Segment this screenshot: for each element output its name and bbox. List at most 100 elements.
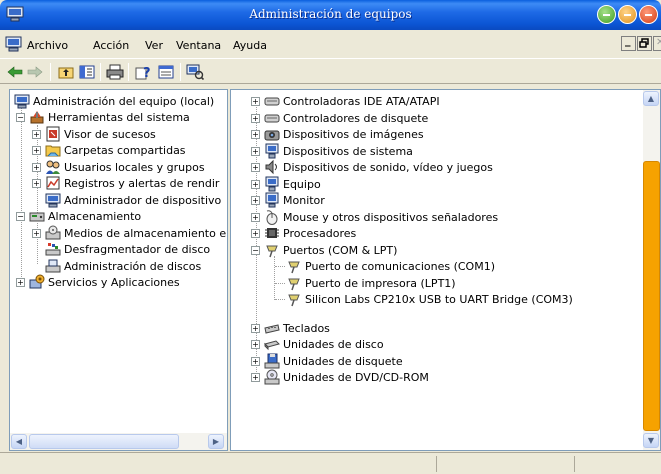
expand-toggle[interactable]: + bbox=[251, 129, 260, 139]
device-category-ports[interactable]: − Puertos (COM & LPT) bbox=[251, 242, 397, 258]
tree-line bbox=[275, 283, 285, 284]
collapse-toggle[interactable]: − bbox=[16, 211, 25, 221]
disk-management-icon bbox=[45, 259, 61, 273]
device-category-floppy-drives[interactable]: + Unidades de disquete bbox=[251, 353, 403, 369]
tree-item-label: Servicios y Aplicaciones bbox=[48, 275, 180, 289]
floppy-controller-icon bbox=[264, 114, 280, 123]
status-bar bbox=[0, 452, 661, 474]
device-list-pane[interactable]: + Controladoras IDE ATA/ATAPI + Controla… bbox=[230, 89, 661, 451]
device-category-mouse[interactable]: + Mouse y otros dispositivos señaladores bbox=[251, 209, 498, 225]
svg-text:?: ? bbox=[143, 66, 151, 80]
status-panel bbox=[436, 456, 574, 472]
device-manager-icon bbox=[45, 193, 61, 208]
restore-icon bbox=[639, 38, 649, 48]
processor-icon bbox=[265, 228, 279, 238]
device-label: Dispositivos de sistema bbox=[283, 144, 413, 158]
properties-button[interactable] bbox=[157, 63, 175, 81]
device-com1[interactable]: Puerto de comunicaciones (COM1) bbox=[286, 258, 495, 274]
device-category-sound[interactable]: + Dispositivos de sonido, vídeo y juegos bbox=[251, 159, 493, 175]
tree-item-storage[interactable]: − Almacenamiento bbox=[16, 208, 141, 224]
toolbar-separator bbox=[100, 63, 101, 81]
vertical-scroll-thumb[interactable] bbox=[643, 161, 660, 431]
back-icon bbox=[7, 66, 23, 78]
device-category-ide[interactable]: + Controladoras IDE ATA/ATAPI bbox=[251, 93, 440, 109]
tree-item-performance-logs[interactable]: + Registros y alertas de rendir bbox=[32, 175, 219, 191]
expand-toggle[interactable]: + bbox=[251, 323, 260, 333]
mmc-system-menu-icon[interactable] bbox=[5, 36, 22, 52]
horizontal-scrollbar[interactable]: ◀ ▶ bbox=[10, 433, 227, 450]
tree-item-services-applications[interactable]: + Servicios y Aplicaciones bbox=[16, 274, 180, 290]
expand-toggle[interactable]: + bbox=[251, 228, 260, 238]
show-hide-tree-button[interactable] bbox=[78, 63, 96, 81]
device-category-disk-drives[interactable]: + Unidades de disco bbox=[251, 336, 384, 352]
device-category-processors[interactable]: + Procesadores bbox=[251, 225, 356, 241]
tree-item-local-users-groups[interactable]: + Usuarios locales y grupos bbox=[32, 159, 205, 175]
device-category-system[interactable]: + Dispositivos de sistema bbox=[251, 143, 413, 159]
tree-item-disk-management[interactable]: Administración de discos bbox=[45, 258, 201, 274]
tree-item-event-viewer[interactable]: + Visor de sucesos bbox=[32, 126, 156, 142]
scroll-right-button[interactable]: ▶ bbox=[208, 434, 224, 449]
tree-item-removable-storage[interactable]: + Medios de almacenamiento e bbox=[32, 225, 226, 241]
maximize-button[interactable] bbox=[618, 5, 637, 24]
tree-item-computer-management[interactable]: Administración del equipo (local) bbox=[14, 93, 214, 109]
device-category-monitor[interactable]: + Monitor bbox=[251, 192, 325, 208]
device-category-floppy-controllers[interactable]: + Controladores de disquete bbox=[251, 110, 428, 126]
tree-item-device-manager[interactable]: Administrador de dispositivo bbox=[45, 192, 221, 208]
expand-toggle[interactable]: + bbox=[32, 129, 41, 139]
expand-toggle[interactable]: + bbox=[251, 162, 260, 172]
monitor-icon bbox=[265, 192, 279, 208]
scroll-down-button[interactable]: ▼ bbox=[643, 433, 659, 448]
menu-ver[interactable]: Ver bbox=[145, 39, 163, 52]
device-category-keyboards[interactable]: + Teclados bbox=[251, 320, 330, 336]
tree-item-label: Medios de almacenamiento e bbox=[64, 226, 227, 240]
device-lpt1[interactable]: Puerto de impresora (LPT1) bbox=[286, 275, 456, 291]
expand-toggle[interactable]: + bbox=[16, 277, 25, 287]
mdi-minimize-button[interactable]: _ bbox=[621, 34, 636, 51]
horizontal-scroll-thumb[interactable] bbox=[29, 434, 179, 449]
expand-toggle[interactable]: + bbox=[32, 228, 41, 238]
expand-toggle[interactable]: + bbox=[251, 195, 260, 205]
print-button[interactable] bbox=[106, 63, 124, 81]
expand-toggle[interactable]: + bbox=[32, 178, 41, 188]
expand-toggle[interactable]: + bbox=[251, 113, 260, 123]
expand-toggle[interactable]: + bbox=[251, 146, 260, 156]
scan-hardware-button[interactable] bbox=[186, 63, 204, 81]
back-button[interactable] bbox=[6, 63, 24, 81]
collapse-toggle[interactable]: − bbox=[251, 245, 260, 255]
tree-item-defragmenter[interactable]: Desfragmentador de disco bbox=[45, 241, 210, 257]
menu-ayuda[interactable]: Ayuda bbox=[233, 39, 267, 52]
close-button[interactable] bbox=[639, 5, 658, 24]
expand-toggle[interactable]: + bbox=[32, 162, 41, 172]
expand-toggle[interactable]: + bbox=[251, 372, 260, 382]
expand-toggle[interactable]: + bbox=[32, 145, 41, 155]
keyboard-icon bbox=[264, 324, 280, 334]
expand-toggle[interactable]: + bbox=[251, 356, 260, 366]
mdi-close-button[interactable]: ✕ bbox=[653, 36, 661, 51]
device-cp210x[interactable]: Silicon Labs CP210x USB to UART Bridge (… bbox=[286, 291, 573, 307]
scroll-up-button[interactable]: ▲ bbox=[643, 91, 659, 106]
expand-toggle[interactable]: + bbox=[251, 179, 260, 189]
cdrom-drive-icon bbox=[264, 369, 280, 385]
vertical-scrollbar[interactable]: ▲ ▼ bbox=[643, 90, 660, 450]
device-category-imaging[interactable]: + Dispositivos de imágenes bbox=[251, 126, 424, 142]
tree-item-system-tools[interactable]: − Herramientas del sistema bbox=[16, 109, 190, 125]
device-category-dvd-cdrom[interactable]: + Unidades de DVD/CD-ROM bbox=[251, 369, 429, 385]
minimize-button[interactable] bbox=[597, 5, 616, 24]
storage-icon bbox=[29, 212, 45, 222]
device-label: Unidades de DVD/CD-ROM bbox=[283, 370, 429, 384]
device-category-computer[interactable]: + Equipo bbox=[251, 176, 321, 192]
forward-button[interactable] bbox=[26, 63, 44, 81]
console-tree-pane[interactable]: Administración del equipo (local) − Herr… bbox=[9, 89, 228, 451]
mdi-restore-button[interactable] bbox=[637, 36, 652, 51]
up-one-level-button[interactable] bbox=[57, 63, 75, 81]
scroll-left-button[interactable]: ◀ bbox=[11, 434, 27, 449]
expand-toggle[interactable]: + bbox=[251, 96, 260, 106]
menu-archivo[interactable]: Archivo bbox=[27, 39, 68, 52]
help-button[interactable]: ? bbox=[135, 63, 153, 81]
expand-toggle[interactable]: + bbox=[251, 339, 260, 349]
menu-accion[interactable]: Acción bbox=[93, 39, 129, 52]
menu-ventana[interactable]: Ventana bbox=[176, 39, 221, 52]
tree-item-shared-folders[interactable]: + Carpetas compartidas bbox=[32, 142, 186, 158]
collapse-toggle[interactable]: − bbox=[16, 112, 25, 122]
expand-toggle[interactable]: + bbox=[251, 212, 260, 222]
